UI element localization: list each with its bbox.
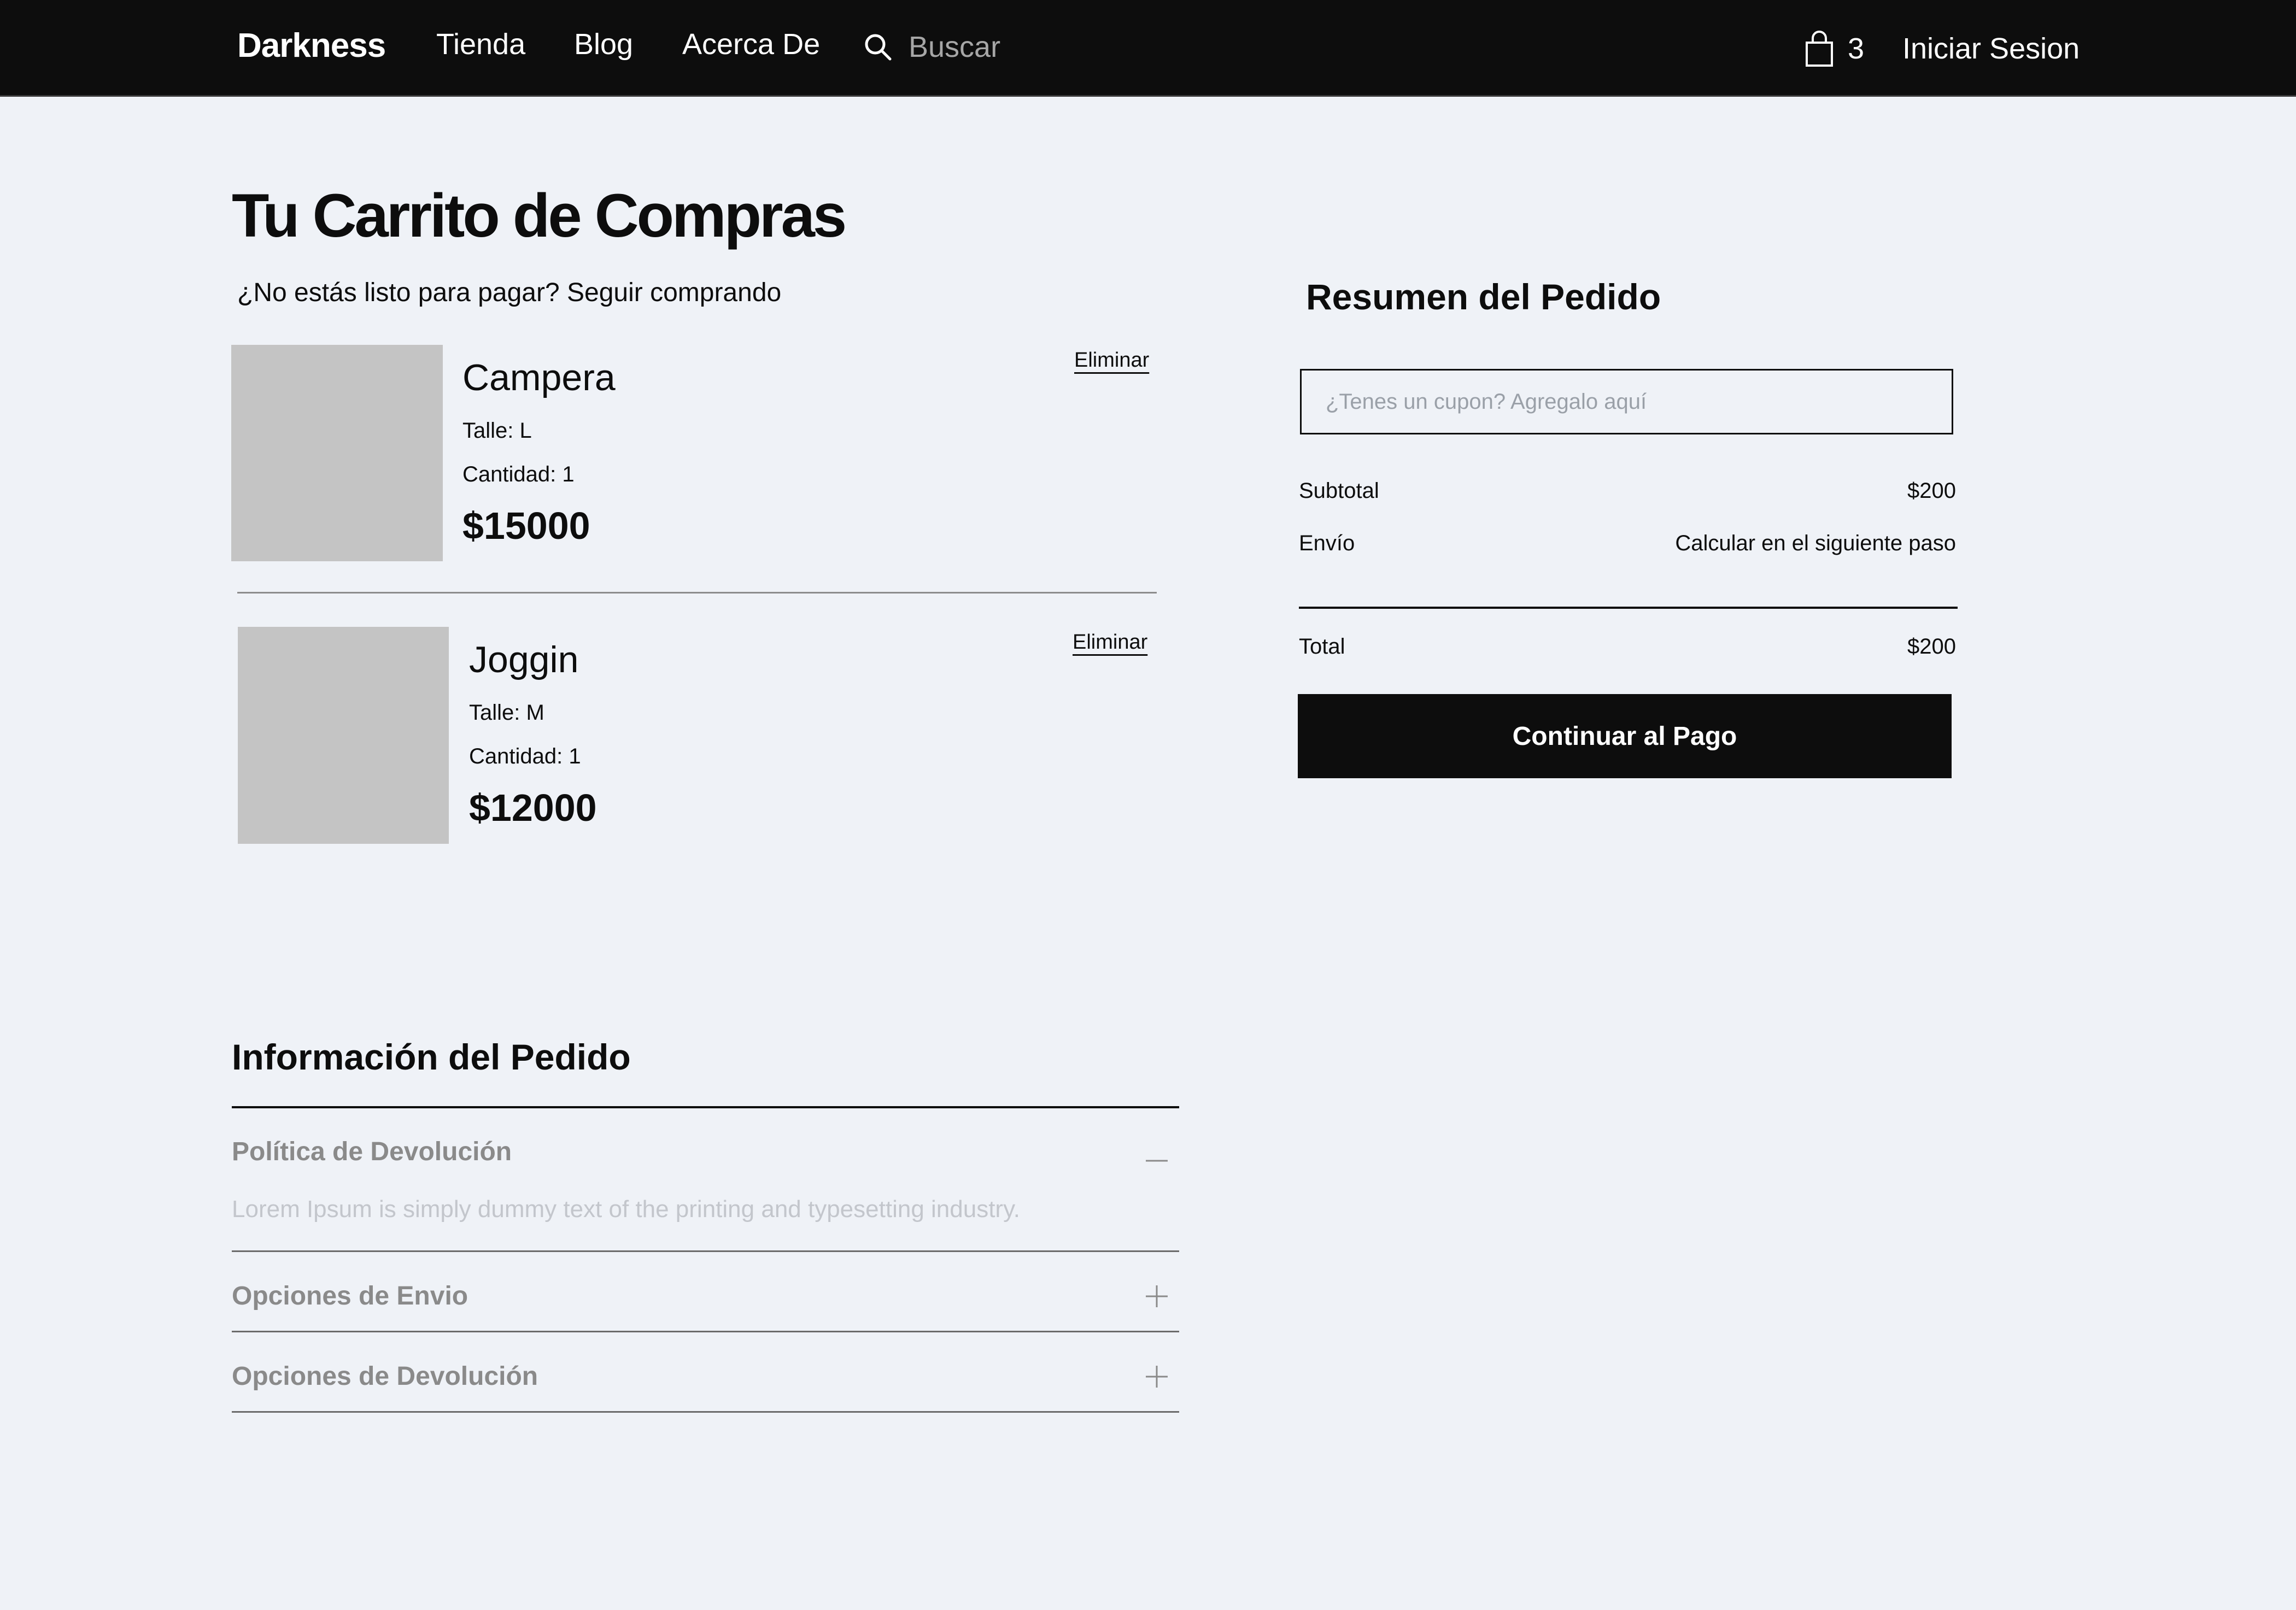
- accordion-divider: [232, 1331, 1179, 1332]
- product-quantity: Cantidad: 1: [469, 744, 581, 768]
- product-name[interactable]: Campera: [462, 356, 616, 399]
- remove-item-button[interactable]: Eliminar: [1073, 631, 1147, 654]
- summary-divider: [1299, 607, 1958, 609]
- product-size: Talle: M: [469, 701, 544, 725]
- cart-subtitle: ¿No estás listo para pagar? Seguir compr…: [237, 278, 781, 308]
- item-divider: [237, 592, 1157, 594]
- page-title: Tu Carrito de Compras: [232, 181, 847, 250]
- cart-count-badge[interactable]: 3: [1848, 32, 1864, 66]
- brand-logo[interactable]: Darkness: [237, 26, 386, 65]
- nav-link-blog[interactable]: Blog: [574, 27, 633, 61]
- order-info-title: Información del Pedido: [232, 1037, 631, 1077]
- product-price: $12000: [469, 786, 597, 829]
- continue-shopping-link[interactable]: Seguir comprando: [567, 278, 781, 307]
- total-value: $200: [1907, 634, 1956, 659]
- product-image-joggin[interactable]: [238, 627, 449, 844]
- accordion-header-return-options[interactable]: Opciones de Devolución: [232, 1361, 538, 1391]
- search-icon[interactable]: [864, 33, 892, 61]
- accordion-divider: [232, 1250, 1179, 1252]
- accordion-header-return-policy[interactable]: Política de Devolución: [232, 1137, 512, 1167]
- subtitle-text: ¿No estás listo para pagar?: [237, 278, 567, 307]
- product-image-campera[interactable]: [231, 345, 443, 561]
- shipping-value: Calcular en el siguiente paso: [1675, 531, 1956, 555]
- total-label: Total: [1299, 634, 1345, 659]
- shopping-bag-icon[interactable]: [1804, 31, 1835, 68]
- search-input[interactable]: [909, 25, 1138, 69]
- remove-item-button[interactable]: Eliminar: [1074, 349, 1149, 372]
- login-link[interactable]: Iniciar Sesion: [1902, 32, 2080, 66]
- top-navbar: Darkness Tienda Blog Acerca De 3 Iniciar…: [0, 0, 2296, 97]
- plus-icon[interactable]: [1145, 1284, 1169, 1308]
- order-summary-title: Resumen del Pedido: [1306, 277, 1661, 317]
- accordion-top-divider: [232, 1106, 1179, 1108]
- minus-icon[interactable]: [1145, 1149, 1169, 1173]
- product-size: Talle: L: [462, 419, 532, 443]
- coupon-input[interactable]: [1300, 369, 1953, 434]
- plus-icon[interactable]: [1145, 1365, 1169, 1389]
- product-quantity: Cantidad: 1: [462, 462, 575, 486]
- nav-link-tienda[interactable]: Tienda: [436, 27, 525, 61]
- product-name[interactable]: Joggin: [469, 638, 578, 681]
- product-price: $15000: [462, 504, 590, 547]
- nav-link-acerca-de[interactable]: Acerca De: [682, 27, 820, 61]
- shipping-label: Envío: [1299, 531, 1355, 555]
- checkout-button[interactable]: Continuar al Pago: [1298, 694, 1952, 778]
- accordion-bottom-divider: [232, 1411, 1179, 1413]
- subtotal-value: $200: [1907, 479, 1956, 503]
- subtotal-label: Subtotal: [1299, 479, 1379, 503]
- accordion-body-return-policy: Lorem Ipsum is simply dummy text of the …: [232, 1196, 1021, 1223]
- accordion-header-shipping-options[interactable]: Opciones de Envio: [232, 1281, 468, 1311]
